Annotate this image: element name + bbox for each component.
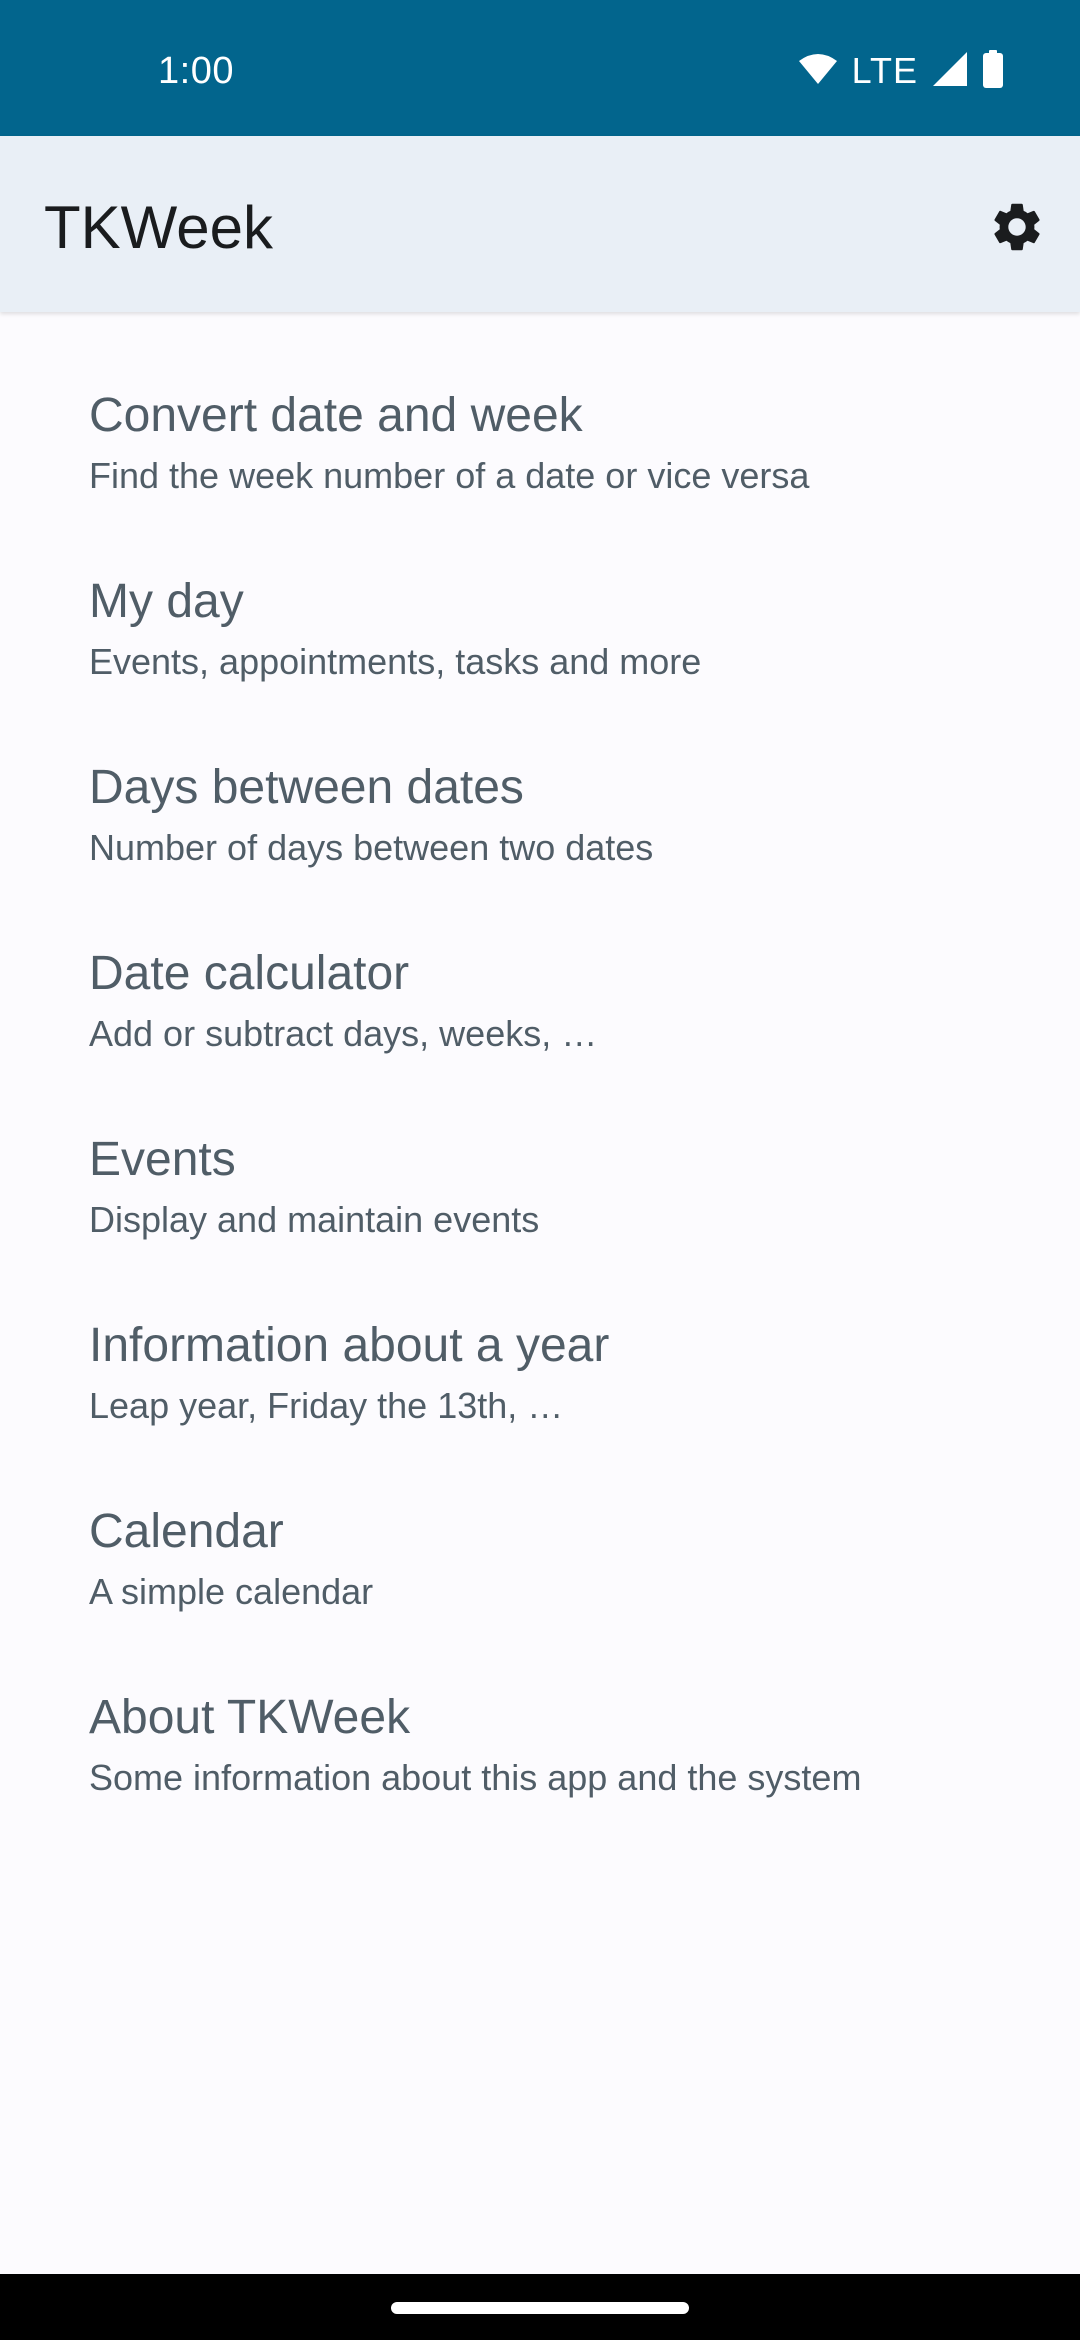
menu-list: Convert date and week Find the week numb… bbox=[0, 312, 1080, 1875]
menu-item-title: My day bbox=[89, 575, 244, 628]
menu-item-subtitle: Number of days between two dates bbox=[89, 827, 654, 868]
menu-item-information-about-a-year[interactable]: Information about a year Leap year, Frid… bbox=[0, 1317, 1080, 1503]
menu-item-title: Information about a year bbox=[89, 1319, 610, 1372]
menu-item-days-between-dates[interactable]: Days between dates Number of days betwee… bbox=[0, 759, 1080, 945]
status-time: 1:00 bbox=[158, 50, 234, 92]
menu-item-title: Date calculator bbox=[89, 947, 410, 1000]
menu-item-subtitle: Leap year, Friday the 13th, … bbox=[89, 1385, 564, 1426]
menu-item-date-calculator[interactable]: Date calculator Add or subtract days, we… bbox=[0, 945, 1080, 1131]
status-bar: 1:00 LTE bbox=[0, 0, 1080, 136]
menu-item-about-tkweek[interactable]: About TKWeek Some information about this… bbox=[0, 1689, 1080, 1875]
battery-icon bbox=[982, 49, 1004, 93]
menu-item-title: About TKWeek bbox=[89, 1691, 411, 1744]
app-title: TKWeek bbox=[44, 194, 273, 261]
menu-item-title: Events bbox=[89, 1133, 236, 1186]
menu-item-subtitle: Find the week number of a date or vice v… bbox=[89, 455, 810, 496]
menu-item-subtitle: Some information about this app and the … bbox=[89, 1757, 862, 1798]
menu-item-subtitle: Events, appointments, tasks and more bbox=[89, 641, 702, 682]
status-icons: LTE bbox=[798, 49, 1004, 93]
menu-item-title: Days between dates bbox=[89, 761, 524, 814]
cell-signal-icon bbox=[932, 51, 968, 92]
settings-button[interactable] bbox=[982, 194, 1052, 264]
menu-item-calendar[interactable]: Calendar A simple calendar bbox=[0, 1503, 1080, 1689]
network-type-label: LTE bbox=[851, 50, 918, 91]
gear-icon bbox=[988, 198, 1046, 261]
menu-item-subtitle: Add or subtract days, weeks, … bbox=[89, 1013, 598, 1054]
menu-item-events[interactable]: Events Display and maintain events bbox=[0, 1131, 1080, 1317]
app-bar: TKWeek bbox=[0, 136, 1080, 312]
home-gesture-handle[interactable] bbox=[391, 2302, 689, 2314]
navigation-bar bbox=[0, 2274, 1080, 2340]
wifi-icon bbox=[798, 53, 838, 90]
menu-item-title: Convert date and week bbox=[89, 389, 583, 442]
menu-item-convert-date-and-week[interactable]: Convert date and week Find the week numb… bbox=[0, 387, 1080, 573]
menu-item-subtitle: A simple calendar bbox=[89, 1571, 374, 1612]
menu-item-title: Calendar bbox=[89, 1505, 284, 1558]
menu-item-subtitle: Display and maintain events bbox=[89, 1199, 540, 1240]
menu-item-my-day[interactable]: My day Events, appointments, tasks and m… bbox=[0, 573, 1080, 759]
